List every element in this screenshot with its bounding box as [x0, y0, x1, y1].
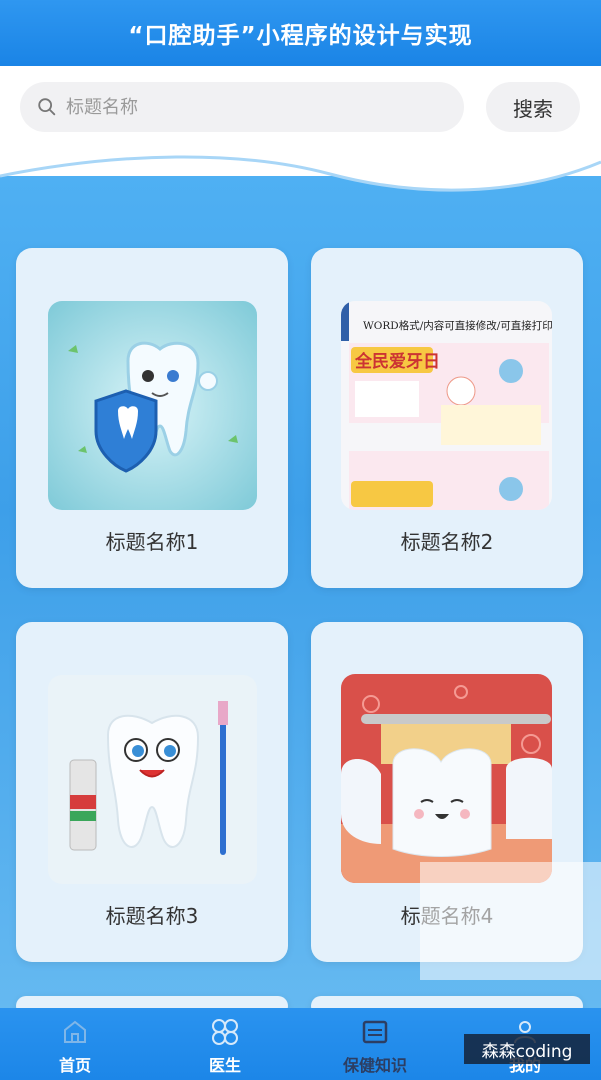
article-card[interactable]: 标题名称3 — [16, 622, 288, 962]
tooth-shield-illustration — [48, 301, 257, 510]
tab-health-knowledge[interactable]: 保健知识 — [300, 1008, 450, 1080]
poster-heading-text: 全民爱牙日 — [354, 351, 440, 372]
love-teeth-poster: WORD格式/内容可直接修改/可直接打印 全民爱牙日 — [341, 301, 552, 510]
search-input[interactable] — [66, 96, 426, 118]
card-title: 标题名称3 — [105, 904, 199, 928]
card-image — [48, 301, 257, 510]
article-card[interactable]: 标题名称1 — [16, 248, 288, 588]
article-card[interactable]: WORD格式/内容可直接修改/可直接打印 全民爱牙日 标题名称2 — [311, 248, 583, 588]
tab-doctor[interactable]: 医生 — [150, 1008, 300, 1080]
blurred-region — [420, 862, 601, 980]
search-icon — [38, 98, 56, 116]
card-title: 标题名称2 — [400, 530, 494, 554]
grid-icon — [212, 1019, 238, 1045]
document-icon — [362, 1020, 388, 1044]
poster-banner-text: WORD格式/内容可直接修改/可直接打印 — [363, 319, 552, 332]
app-header: “口腔助手”小程序的设计与实现 — [0, 0, 601, 66]
search-button[interactable]: 搜索 — [486, 82, 580, 132]
tooth-with-toothbrush-toothpaste — [48, 675, 257, 884]
watermark: 森森coding — [464, 1034, 590, 1064]
card-image — [341, 674, 552, 883]
tab-home[interactable]: 首页 — [0, 1008, 150, 1080]
smiling-teeth-toothbrush — [341, 674, 552, 883]
home-icon — [64, 1020, 86, 1043]
page-title: “口腔助手”小程序的设计与实现 — [128, 23, 473, 49]
search-field[interactable] — [20, 82, 464, 132]
wave-divider — [0, 140, 601, 192]
card-title: 标题名称1 — [105, 530, 199, 554]
tab-label: 医生 — [208, 1056, 241, 1075]
tab-label: 首页 — [58, 1056, 91, 1075]
tab-label: 保健知识 — [342, 1056, 407, 1075]
card-image — [48, 675, 257, 884]
card-image: WORD格式/内容可直接修改/可直接打印 全民爱牙日 — [341, 301, 552, 510]
